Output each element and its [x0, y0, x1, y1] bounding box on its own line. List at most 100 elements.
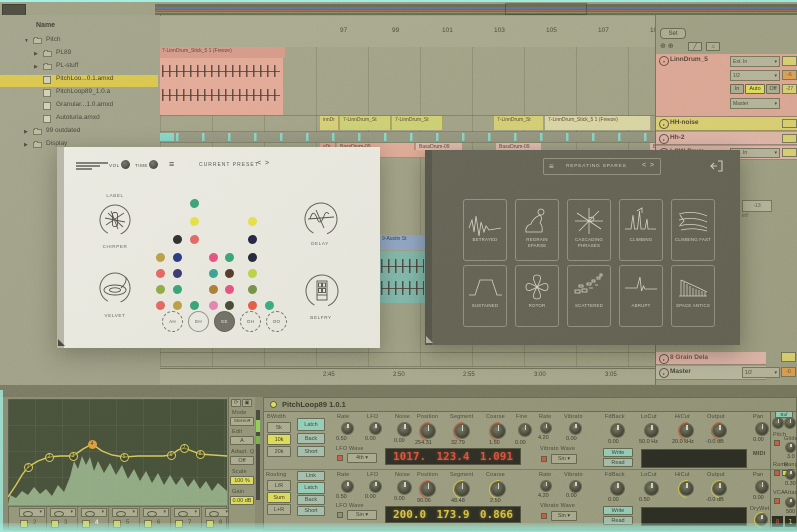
preset-paint-dot[interactable]: [173, 235, 182, 244]
vibrato-wave-led-b[interactable]: [541, 513, 547, 519]
eq-band-node[interactable]: 2: [45, 453, 54, 462]
browser-item-label[interactable]: PitchLoop89_1.0.a: [56, 88, 110, 95]
overview-selection-box[interactable]: [505, 3, 587, 15]
preset-paint-dot[interactable]: [190, 235, 199, 244]
clip-linndrum[interactable]: 7-LinnDrum_St: [494, 116, 544, 130]
macro-knob-1[interactable]: [773, 418, 783, 428]
track-name[interactable]: Master: [670, 368, 691, 375]
output-knob[interactable]: [713, 424, 726, 437]
preset-card-abrupt[interactable]: ABRUPT: [619, 265, 663, 327]
pan-value-b[interactable]: 0.00: [753, 495, 764, 501]
filter-type-dropdown[interactable]: [81, 508, 107, 517]
preset-card-space-antics[interactable]: SPACE ANTICS: [671, 265, 715, 327]
track-header-grain-delay[interactable]: ▸8 Grain Dela: [656, 352, 766, 365]
preset-paint-dot[interactable]: [225, 285, 234, 294]
preset-paint-dot[interactable]: [156, 253, 165, 262]
browser-item-autoturia[interactable]: Autoturia.amxd: [0, 114, 158, 126]
track-volume-value[interactable]: -6: [782, 70, 797, 80]
tree-arrow-icon[interactable]: ▶: [24, 142, 28, 148]
position-knob[interactable]: [421, 424, 435, 438]
input-channel-select[interactable]: 1/2▾: [730, 70, 780, 81]
vibrato-knob-b[interactable]: [570, 481, 581, 492]
velvet-module[interactable]: [98, 271, 132, 310]
pitch-led[interactable]: [774, 440, 780, 446]
lfo-wave-select[interactable]: 4th ▾: [347, 453, 377, 463]
monitor-off-button[interactable]: Off: [766, 84, 780, 94]
rate-value-b[interactable]: 0.50: [336, 494, 347, 500]
menu-icon[interactable]: ≡: [549, 162, 554, 171]
filter-type-dropdown[interactable]: [19, 508, 45, 517]
fine-value[interactable]: 0.00: [515, 440, 526, 446]
segment-knob[interactable]: [455, 424, 469, 438]
tree-arrow-icon[interactable]: ▼: [24, 38, 29, 44]
vibrato-wave-led[interactable]: [541, 456, 547, 462]
vib-rate-knob[interactable]: [541, 423, 551, 433]
clip-audio-teal[interactable]: [380, 251, 425, 303]
monitor-in-button[interactable]: In: [730, 84, 744, 94]
pencil-icon[interactable]: ╱: [688, 42, 702, 51]
mode-select[interactable]: Stereo▾: [230, 417, 254, 426]
monitor-auto-button[interactable]: Auto: [745, 84, 765, 94]
gain-value[interactable]: 0.00 dB: [230, 496, 254, 505]
browser-item-pitch[interactable]: ▼Pitch: [0, 36, 158, 48]
position-knob-b[interactable]: [421, 482, 435, 496]
vibrato-knob[interactable]: [570, 423, 581, 434]
eq-band-node[interactable]: 5: [120, 453, 129, 462]
output-value[interactable]: -0.0 dB: [706, 439, 724, 445]
preset-paint-dot[interactable]: [156, 301, 165, 310]
track-name[interactable]: 8 Grain Dela: [670, 354, 708, 361]
vol-knob[interactable]: [121, 160, 130, 169]
preset-paint-dot[interactable]: [248, 253, 257, 262]
tree-arrow-icon[interactable]: ▶: [24, 129, 28, 135]
preset-prev-button[interactable]: <: [642, 162, 646, 169]
preset-card-betrayed[interactable]: BETRAYED: [463, 199, 507, 261]
current-preset-label[interactable]: CURRENT PRESET: [199, 162, 259, 168]
resize-handle[interactable]: [58, 339, 65, 346]
preset-prev-button[interactable]: <: [257, 160, 261, 167]
coarse-value-b[interactable]: 2.50: [490, 498, 501, 504]
bwidth-20k-button[interactable]: 20k: [267, 446, 291, 457]
clip-linndrum[interactable]: innDr: [320, 116, 339, 130]
output-routing-select[interactable]: Master▾: [730, 98, 780, 109]
filter-type-dropdown[interactable]: [112, 508, 138, 517]
lfo-wave-select-b[interactable]: Sin ▾: [347, 510, 377, 520]
browser-item-label[interactable]: 99 outdated: [46, 127, 80, 134]
latch-button[interactable]: Latch: [297, 418, 325, 431]
vca-led[interactable]: [774, 498, 780, 504]
preset-paint-dot[interactable]: [225, 253, 234, 262]
noise-knob-b[interactable]: [398, 481, 411, 494]
preset-paint-dot[interactable]: [156, 285, 165, 294]
preset-paint-dot[interactable]: [248, 217, 257, 226]
output-value-b[interactable]: -0.0 dB: [706, 497, 724, 503]
tree-arrow-icon[interactable]: ▶: [34, 64, 38, 70]
range-knob[interactable]: [786, 470, 795, 479]
preset-paint-dot[interactable]: [225, 269, 234, 278]
vowel-button[interactable]: OH: [240, 311, 261, 332]
preset-paint-dot[interactable]: [265, 301, 274, 310]
browser-item-pitchloop89[interactable]: PitchLoop89_1.0.a: [0, 88, 158, 100]
vib-rate-value[interactable]: 4.20: [538, 435, 549, 441]
lfo-wave-led[interactable]: [337, 455, 343, 461]
filter-type-dropdown[interactable]: [143, 508, 169, 517]
preset-paint-dot[interactable]: [190, 301, 199, 310]
noise-knob[interactable]: [398, 423, 411, 436]
master-channel-select[interactable]: 1/2▾: [742, 367, 780, 378]
browser-item-label[interactable]: Display: [46, 140, 67, 147]
eq-band-node[interactable]: 6: [167, 451, 176, 460]
noise-value[interactable]: 0.00: [394, 438, 405, 444]
preset-paint-dot[interactable]: [209, 269, 218, 278]
browser-item-pl-stuff[interactable]: ▶PL-stuff: [0, 62, 158, 74]
track-volume-value[interactable]: [781, 352, 796, 362]
routing-lr-button[interactable]: L/R: [267, 480, 291, 491]
clip-linndrum-freeze[interactable]: 7-LinnDrum_Stick_5 1 (Freeze): [160, 47, 283, 115]
position-value-b[interactable]: 90.06: [417, 498, 431, 504]
preset-next-button[interactable]: >: [650, 162, 654, 169]
preset-paint-dot[interactable]: [173, 253, 182, 262]
eq-band-node[interactable]: 4: [88, 440, 97, 449]
arrangement-overview[interactable]: [155, 4, 797, 15]
rate-value[interactable]: 0.50: [336, 436, 347, 442]
preset-card-rotor[interactable]: ROTOR: [515, 265, 559, 327]
preset-paint-dot[interactable]: [248, 235, 257, 244]
latch-button-b[interactable]: Latch: [297, 482, 325, 494]
clip-linndrum[interactable]: 7-LinnDrum_St: [392, 116, 443, 130]
